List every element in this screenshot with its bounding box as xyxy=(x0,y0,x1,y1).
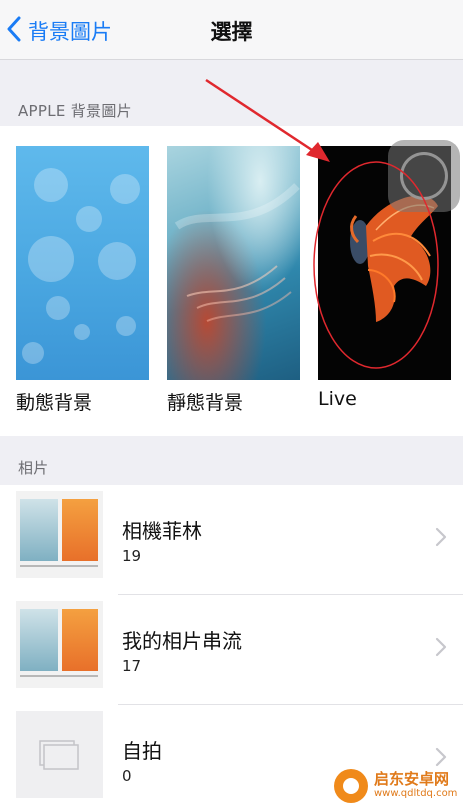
dynamic-wallpaper-thumbnail[interactable] xyxy=(16,146,149,380)
photos-header: 相片 xyxy=(18,459,49,477)
wallpaper-chooser-screen: 背景圖片 選擇 APPLE 背景圖片 動態背景 靜態背景 Live 相片 相機菲… xyxy=(0,0,463,806)
chevron-right-icon xyxy=(435,527,447,547)
live-wallpaper-label: Live xyxy=(318,388,357,410)
still-wallpaper-thumbnail[interactable] xyxy=(167,146,300,380)
album-row-my-photo-stream[interactable]: 我的相片串流 17 xyxy=(0,595,463,705)
navigation-bar: 背景圖片 選擇 xyxy=(0,0,463,60)
site-watermark: 启东安卓网 www.qdltdq.com xyxy=(334,765,463,806)
apple-wallpapers-header: APPLE 背景圖片 xyxy=(18,102,132,120)
dynamic-wallpaper-label: 動態背景 xyxy=(16,392,93,414)
album-thumbnail xyxy=(16,601,103,688)
album-thumbnail-empty xyxy=(16,711,103,798)
watermark-text: 启东安卓网 xyxy=(374,770,450,788)
album-count: 19 xyxy=(122,547,142,565)
album-title: 我的相片串流 xyxy=(122,629,242,653)
chevron-right-icon xyxy=(435,747,447,767)
chevron-right-icon xyxy=(435,637,447,657)
album-count: 17 xyxy=(122,657,142,675)
still-wallpaper-label: 靜態背景 xyxy=(167,392,244,414)
page-title: 選擇 xyxy=(210,20,253,44)
album-count: 0 xyxy=(122,767,132,785)
watermark-logo-icon xyxy=(334,768,368,803)
albums-list: 相機菲林 19 我的相片串流 17 自拍 0 xyxy=(0,485,463,806)
album-title: 自拍 xyxy=(122,739,162,763)
assistive-touch-button[interactable] xyxy=(388,140,460,212)
assistive-touch-icon xyxy=(400,152,448,200)
watermark-url: www.qdltdq.com xyxy=(374,788,458,799)
album-title: 相機菲林 xyxy=(122,519,202,543)
album-row-camera-roll[interactable]: 相機菲林 19 xyxy=(0,485,463,595)
album-thumbnail xyxy=(16,491,103,578)
stacked-photos-icon xyxy=(39,740,79,770)
